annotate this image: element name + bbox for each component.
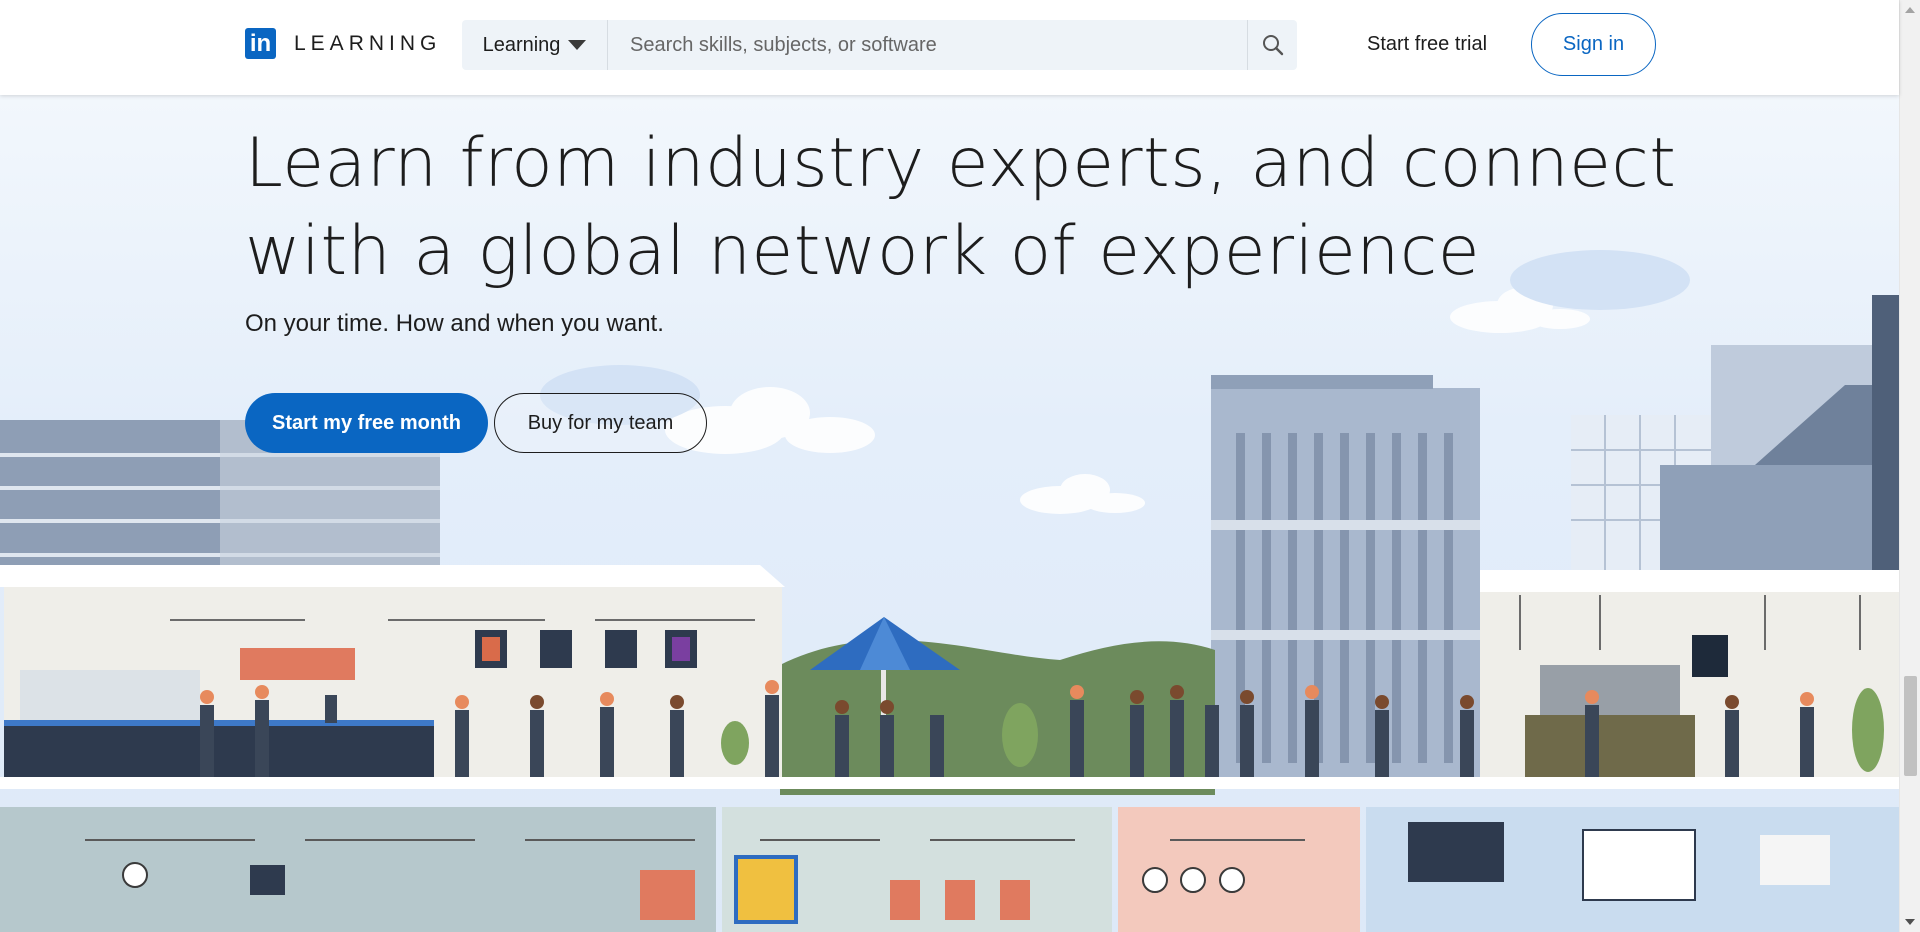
scroll-down-arrow-icon[interactable]	[1905, 919, 1915, 925]
caret-down-icon	[568, 40, 587, 50]
search-input[interactable]	[608, 20, 1247, 70]
linkedin-learning-logo[interactable]: in LEARNING	[245, 28, 441, 59]
search-button[interactable]	[1247, 20, 1297, 70]
linkedin-logo-icon: in	[245, 28, 276, 59]
scroll-up-arrow-icon[interactable]	[1905, 7, 1915, 13]
site-header: in LEARNING Learning Start free trial Si…	[0, 0, 1899, 95]
page-scrollbar[interactable]	[1899, 0, 1920, 932]
search-category-dropdown[interactable]: Learning	[462, 20, 608, 70]
search-icon	[1262, 35, 1283, 56]
hero-headline: Learn from industry experts, and connect…	[245, 124, 1677, 291]
start-free-trial-link[interactable]: Start free trial	[1367, 33, 1487, 56]
hero-subtitle: On your time. How and when you want.	[245, 310, 664, 337]
logo-wordmark: LEARNING	[294, 31, 442, 55]
search-category-label: Learning	[482, 33, 561, 56]
buy-for-team-button[interactable]: Buy for my team	[494, 393, 707, 453]
search-bar: Learning	[462, 20, 1297, 70]
sign-in-button[interactable]: Sign in	[1531, 13, 1656, 76]
hero-section: Learn from industry experts, and connect…	[0, 95, 1899, 932]
scrollbar-thumb[interactable]	[1904, 676, 1917, 776]
start-free-month-button[interactable]: Start my free month	[245, 393, 488, 453]
